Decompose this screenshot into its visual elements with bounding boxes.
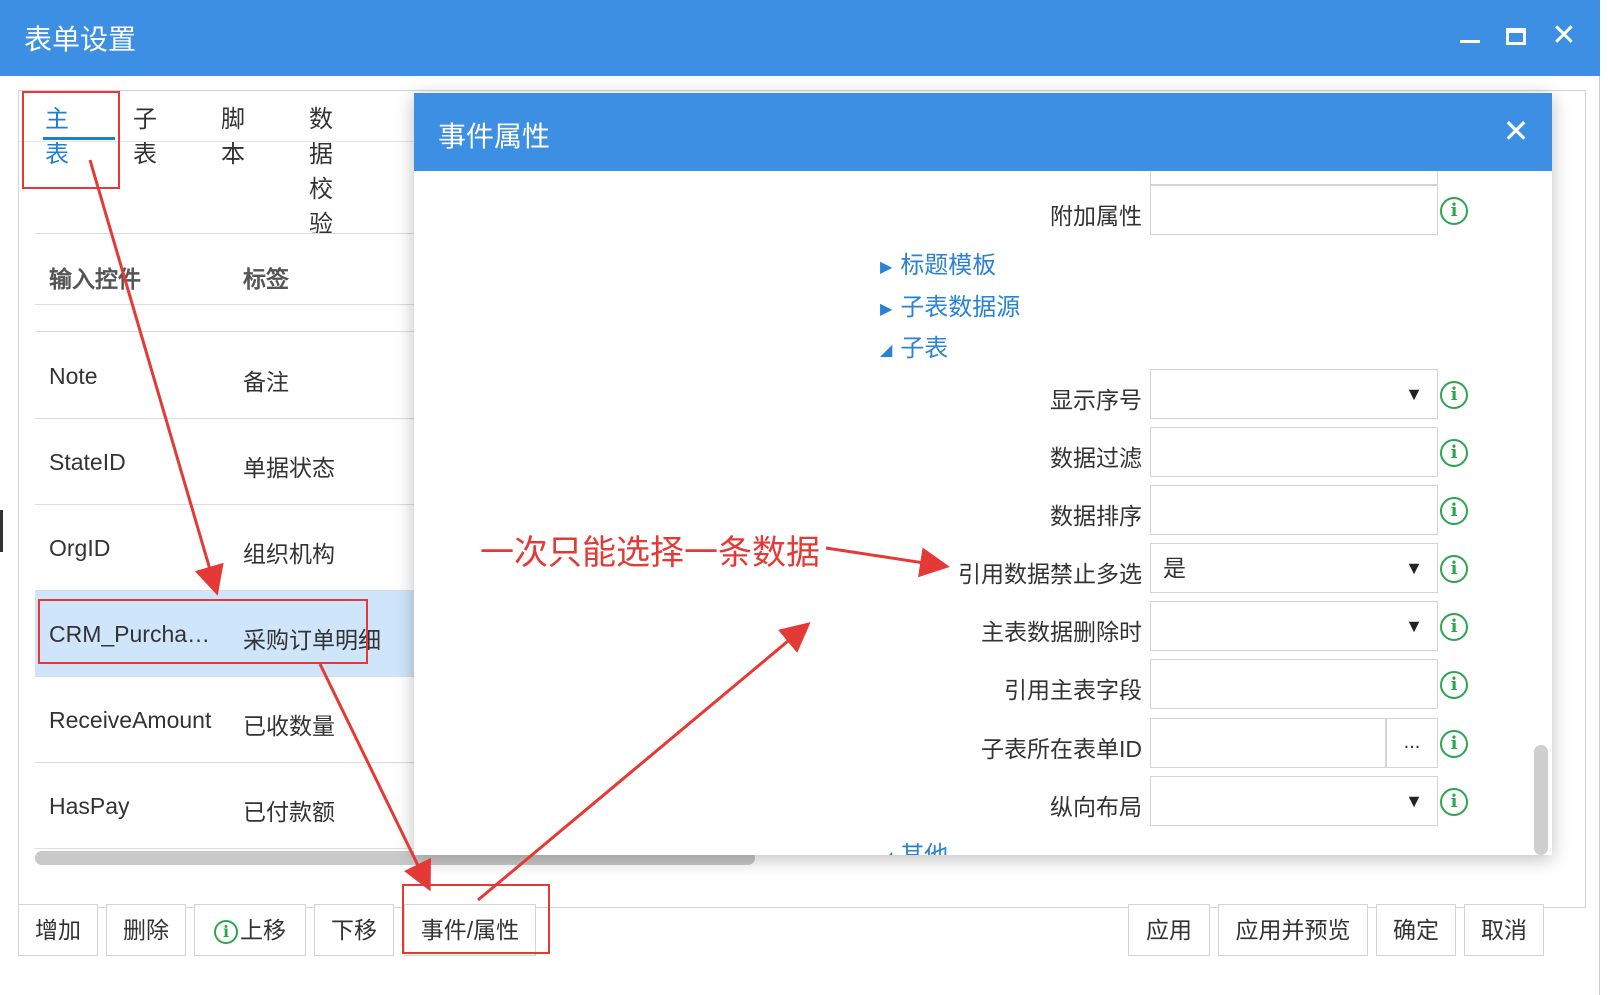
tab-script[interactable]: 脚本 [221, 99, 245, 169]
cell-label: 单据状态 [243, 455, 335, 481]
minimize-button[interactable] [1452, 18, 1488, 54]
label-ref-no-multi: 引用数据禁止多选 [958, 561, 1142, 587]
annotation-text: 一次只能选择一条数据 [480, 534, 820, 572]
data-filter-input[interactable] [1150, 427, 1438, 477]
minimize-icon [1460, 40, 1480, 43]
close-window-button[interactable]: ✕ [1546, 18, 1582, 54]
tab-subtable[interactable]: 子表 [133, 99, 157, 169]
dropdown-arrow-icon: ▼ [1405, 558, 1423, 578]
cell-label: 备注 [243, 369, 289, 395]
cell-label: 组织机构 [243, 541, 335, 567]
expand-icon: ▶ [880, 258, 893, 276]
cell-control: Note [49, 363, 98, 389]
apply-preview-button[interactable]: 应用并预览 [1218, 904, 1368, 956]
move-up-button[interactable]: i 上移 [194, 904, 306, 956]
close-icon: ✕ [1551, 19, 1577, 52]
show-index-select[interactable]: ▼ [1150, 369, 1438, 419]
label-ref-master-field: 引用主表字段 [1004, 677, 1142, 703]
section-label: 子表数据源 [900, 294, 1021, 321]
cell-control: ReceiveAmount [49, 707, 212, 733]
info-icon[interactable]: i [1440, 497, 1468, 525]
dropdown-arrow-icon: ▼ [1405, 616, 1423, 636]
info-icon[interactable]: i [1440, 613, 1468, 641]
cell-label: 已收数量 [243, 713, 335, 739]
window-titlebar: 表单设置 ✕ [0, 0, 1600, 76]
label-show-index: 显示序号 [1050, 387, 1142, 413]
subtable-form-id-input[interactable] [1150, 718, 1386, 768]
delete-button[interactable]: 删除 [106, 904, 186, 956]
maximize-icon [1506, 28, 1526, 45]
apply-button[interactable]: 应用 [1128, 904, 1210, 956]
vertical-layout-select[interactable]: ▼ [1150, 776, 1438, 826]
info-icon[interactable]: i [1440, 439, 1468, 467]
window-edge-marker [0, 510, 3, 552]
annotation-box-selected-row [38, 599, 368, 664]
ref-master-field-input[interactable] [1150, 659, 1438, 709]
cancel-button[interactable]: 取消 [1464, 904, 1544, 956]
dialog-titlebar: 事件属性 ✕ [414, 93, 1552, 171]
ref-no-multi-select[interactable]: 是 ▼ [1150, 543, 1438, 593]
dropdown-arrow-icon: ▼ [1405, 384, 1423, 404]
info-icon[interactable]: i [1440, 197, 1468, 225]
info-icon[interactable]: i [1440, 788, 1468, 816]
info-icon[interactable]: i [1440, 381, 1468, 409]
annotation-box-main-tab [22, 91, 120, 189]
expand-icon: ▶ [880, 300, 893, 318]
table-header: 输入控件 标签 [35, 233, 415, 305]
dialog-close-button[interactable]: ✕ [1498, 113, 1534, 149]
info-icon[interactable]: i [1440, 730, 1468, 758]
field-above-partial[interactable] [1150, 171, 1438, 185]
table-row[interactable]: ReceiveAmount 已收数量 [35, 677, 415, 763]
label-on-master-delete: 主表数据删除时 [981, 619, 1142, 645]
table-row[interactable]: Note 备注 [35, 333, 415, 419]
label-subtable-form-id: 子表所在表单ID [981, 736, 1142, 762]
section-label: 标题模板 [900, 252, 997, 279]
label-data-sort: 数据排序 [1050, 503, 1142, 529]
section-label: 子表 [900, 335, 949, 362]
collapse-icon: ◢ [880, 849, 892, 855]
label-data-filter: 数据过滤 [1050, 445, 1142, 471]
section-title-template[interactable]: ▶ 标题模板 [880, 245, 996, 280]
extra-attr-input[interactable] [1150, 185, 1438, 235]
section-other[interactable]: ◢ 其他 [880, 835, 948, 855]
section-subtable[interactable]: ◢ 子表 [880, 328, 948, 363]
table-row[interactable]: HasPay 已付款额 [35, 763, 415, 849]
table-row[interactable]: OrgID 组织机构 [35, 505, 415, 591]
move-up-label: 上移 [240, 917, 286, 943]
dialog-title: 事件属性 [438, 121, 551, 152]
select-value: 是 [1163, 555, 1186, 581]
label-vertical-layout: 纵向布局 [1050, 794, 1142, 820]
cell-control: StateID [49, 449, 126, 475]
close-icon: ✕ [1502, 113, 1530, 149]
info-icon[interactable]: i [1440, 555, 1468, 583]
label-extra-attr: 附加属性 [1050, 203, 1142, 229]
maximize-button[interactable] [1498, 18, 1534, 54]
browse-button[interactable]: ... [1386, 718, 1438, 768]
cell-control: HasPay [49, 793, 130, 819]
section-label: 其他 [900, 842, 948, 855]
annotation-box-event-button [402, 884, 550, 954]
info-icon[interactable]: i [1440, 671, 1468, 699]
cell-control: OrgID [49, 535, 111, 561]
vertical-scrollbar[interactable] [1534, 745, 1548, 855]
tab-data-validation[interactable]: 数据校验 [309, 99, 333, 239]
dialog-body: 附加属性 i ▶ 标题模板 ▶ 子表数据源 ◢ 子表 显示序号 ▼ i 数据过滤 i … [414, 171, 1552, 855]
table-row[interactable]: StateID 单据状态 [35, 419, 415, 505]
column-header-label[interactable]: 标签 [243, 260, 289, 294]
data-sort-input[interactable] [1150, 485, 1438, 535]
add-button[interactable]: 增加 [18, 904, 98, 956]
on-master-delete-select[interactable]: ▼ [1150, 601, 1438, 651]
collapse-icon: ◢ [880, 341, 893, 359]
column-header-control[interactable]: 输入控件 [49, 260, 141, 294]
table-divider [35, 331, 415, 332]
section-subtable-datasource[interactable]: ▶ 子表数据源 [880, 287, 1020, 322]
dropdown-arrow-icon: ▼ [1405, 791, 1423, 811]
cell-label: 已付款额 [243, 799, 335, 825]
move-down-button[interactable]: 下移 [314, 904, 394, 956]
info-icon: i [214, 919, 238, 944]
window-title: 表单设置 [24, 24, 137, 55]
event-property-dialog: 事件属性 ✕ 附加属性 i ▶ 标题模板 ▶ 子表数据源 ◢ 子表 显示序号 ▼ i … [414, 93, 1552, 855]
ok-button[interactable]: 确定 [1376, 904, 1456, 956]
